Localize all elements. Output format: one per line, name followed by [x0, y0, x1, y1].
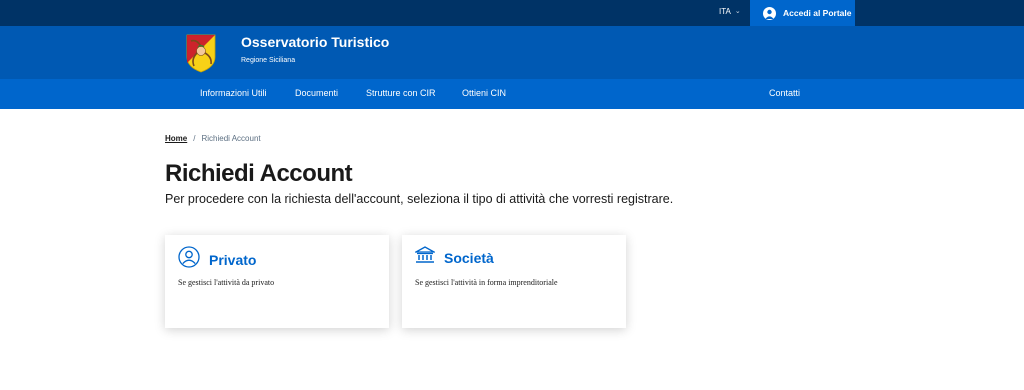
sicily-coat-of-arms-logo[interactable]	[185, 33, 217, 73]
nav-item-contatti[interactable]: Contatti	[769, 88, 800, 98]
site-header: Osservatorio Turistico Regione Siciliana	[0, 26, 1024, 79]
user-icon	[763, 6, 776, 20]
card-header: Società	[413, 246, 494, 269]
language-label: ITA	[719, 7, 731, 16]
card-text-societa: Se gestisci l'attività in forma imprendi…	[415, 278, 558, 287]
top-bar: ITA ⌄ Accedi al Portale	[0, 0, 1024, 26]
login-button[interactable]: Accedi al Portale	[750, 0, 855, 26]
nav-item-strutture-cir[interactable]: Strutture con CIR	[366, 88, 436, 98]
card-text-privato: Se gestisci l'attività da privato	[178, 278, 275, 287]
breadcrumb-current: Richiedi Account	[201, 134, 261, 143]
login-label: Accedi al Portale	[783, 8, 852, 18]
chevron-down-icon: ⌄	[734, 7, 741, 15]
institution-icon	[413, 246, 437, 269]
page-title: Richiedi Account	[165, 160, 353, 187]
card-header: Privato	[178, 246, 256, 273]
language-selector[interactable]: ITA ⌄	[719, 7, 741, 16]
card-privato[interactable]: Privato Se gestisci l'attività da privat…	[165, 235, 389, 328]
breadcrumb-separator: /	[193, 134, 196, 143]
site-subtitle: Regione Siciliana	[241, 57, 296, 64]
breadcrumb-home-link[interactable]: Home	[165, 134, 187, 143]
card-title-societa: Società	[444, 249, 494, 266]
nav-item-informazioni-utili[interactable]: Informazioni Utili	[200, 88, 267, 98]
site-title[interactable]: Osservatorio Turistico	[241, 34, 389, 50]
breadcrumb: Home / Richiedi Account	[165, 134, 261, 143]
nav-item-ottieni-cin[interactable]: Ottieni CIN	[462, 88, 506, 98]
user-icon	[178, 246, 200, 273]
nav-item-documenti[interactable]: Documenti	[295, 88, 338, 98]
page-description: Per procedere con la richiesta dell'acco…	[165, 192, 674, 206]
main-nav: Informazioni Utili Documenti Strutture c…	[0, 79, 1024, 109]
card-societa[interactable]: Società Se gestisci l'attività in forma …	[402, 235, 626, 328]
card-title-privato: Privato	[209, 251, 257, 268]
